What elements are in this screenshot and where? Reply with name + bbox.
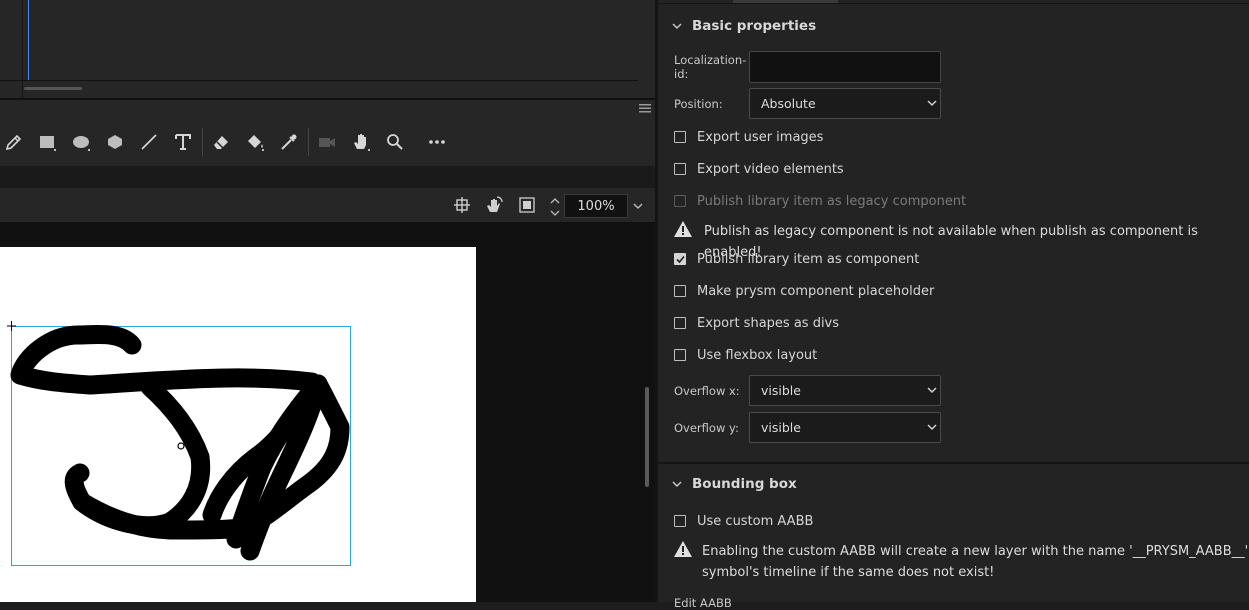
properties-panel: Basic properties Localization-id: Positi… bbox=[658, 0, 1249, 610]
export-user-images-checkbox[interactable]: Export user images bbox=[674, 127, 823, 147]
checkbox-box-checked[interactable] bbox=[674, 253, 686, 265]
oval-icon[interactable] bbox=[67, 128, 95, 156]
timeline-horizontal-scrollbar[interactable] bbox=[24, 87, 82, 90]
publish-legacy-checkbox: Publish library item as legacy component bbox=[674, 191, 966, 211]
eraser-icon[interactable] bbox=[207, 128, 235, 156]
checkbox-label: Publish library item as legacy component bbox=[697, 193, 967, 209]
rotate-hand-icon[interactable] bbox=[485, 196, 503, 214]
use-flexbox-checkbox[interactable]: Use flexbox layout bbox=[674, 345, 817, 365]
snap-center-icon[interactable] bbox=[453, 196, 471, 214]
checkbox-box bbox=[674, 195, 686, 207]
chevron-down-icon bbox=[672, 23, 682, 30]
export-video-elements-checkbox[interactable]: Export video elements bbox=[674, 159, 844, 179]
timeline-panel[interactable] bbox=[0, 0, 655, 98]
chevron-down-icon bbox=[672, 481, 682, 488]
selected-symbol[interactable] bbox=[0, 247, 476, 602]
panel-divider bbox=[658, 3, 1249, 4]
localization-input[interactable] bbox=[749, 51, 941, 83]
bounding-box-header[interactable]: Bounding box bbox=[658, 465, 1249, 505]
chevron-down-icon bbox=[633, 203, 643, 209]
edit-aabb-label: Edit AABB bbox=[674, 596, 732, 610]
check-icon bbox=[676, 255, 685, 264]
chevron-down-icon bbox=[927, 100, 937, 107]
checkbox-label: Make prysm component placeholder bbox=[697, 283, 935, 299]
timeline-divider bbox=[0, 80, 638, 81]
overflow-y-select[interactable]: visible bbox=[749, 412, 941, 443]
overflow-y-value: visible bbox=[761, 420, 801, 435]
checkbox-label: Publish library item as component bbox=[697, 251, 920, 267]
chevron-down-icon bbox=[927, 424, 937, 431]
position-value: Absolute bbox=[761, 96, 816, 111]
aabb-warning: Enabling the custom AABB will create a n… bbox=[674, 541, 1249, 583]
text-icon[interactable] bbox=[169, 128, 197, 156]
line-icon[interactable] bbox=[135, 128, 163, 156]
clip-content-icon[interactable] bbox=[518, 196, 536, 214]
pencil-icon[interactable] bbox=[0, 128, 28, 156]
checkbox-label: Export user images bbox=[697, 129, 824, 145]
zoom-input[interactable]: 100% bbox=[564, 194, 628, 218]
zoom-dropdown[interactable] bbox=[629, 194, 647, 218]
make-placeholder-checkbox[interactable]: Make prysm component placeholder bbox=[674, 281, 934, 301]
tools-toolbar bbox=[0, 100, 655, 166]
position-select[interactable]: Absolute bbox=[749, 88, 941, 119]
rectangle-icon[interactable] bbox=[33, 128, 61, 156]
warning-text-line2: symbol's timeline if the same does not e… bbox=[702, 565, 995, 580]
warning-icon bbox=[674, 541, 692, 557]
publish-component-checkbox[interactable]: Publish library item as component bbox=[674, 249, 919, 269]
hand-icon[interactable] bbox=[347, 128, 375, 156]
more-icon[interactable] bbox=[423, 128, 451, 156]
camera-icon bbox=[313, 128, 341, 156]
overflow-x-value: visible bbox=[761, 383, 801, 398]
export-shapes-divs-checkbox[interactable]: Export shapes as divs bbox=[674, 313, 839, 333]
checkbox-label: Export video elements bbox=[697, 161, 844, 177]
stage-vertical-scrollbar[interactable] bbox=[645, 387, 649, 487]
toolbar-separator bbox=[202, 128, 203, 156]
checkbox-box[interactable] bbox=[674, 131, 686, 143]
eyedropper-icon[interactable] bbox=[275, 128, 303, 156]
overflow-y-label: Overflow y: bbox=[674, 421, 739, 435]
checkbox-box[interactable] bbox=[674, 163, 686, 175]
checkbox-box[interactable] bbox=[674, 317, 686, 329]
checkbox-label: Use flexbox layout bbox=[697, 347, 818, 363]
zoom-stepper[interactable] bbox=[547, 196, 563, 218]
paint-bucket-icon[interactable] bbox=[241, 128, 269, 156]
section-divider bbox=[658, 462, 1249, 464]
panel-menu-icon[interactable] bbox=[639, 103, 651, 113]
basic-properties-header[interactable]: Basic properties bbox=[658, 7, 1249, 47]
checkbox-box[interactable] bbox=[674, 349, 686, 361]
registration-cross-icon bbox=[7, 321, 16, 331]
checkbox-box[interactable] bbox=[674, 515, 686, 527]
toolbar-gap bbox=[0, 166, 655, 188]
overflow-x-select[interactable]: visible bbox=[749, 375, 941, 406]
toolbar-separator bbox=[308, 128, 309, 156]
position-label: Position: bbox=[674, 97, 723, 111]
checkbox-box[interactable] bbox=[674, 285, 686, 297]
timeline-layer-divider bbox=[22, 0, 23, 98]
warning-icon bbox=[674, 221, 692, 237]
checkbox-label: Use custom AABB bbox=[697, 513, 814, 529]
zoom-icon[interactable] bbox=[381, 128, 409, 156]
overflow-x-label: Overflow x: bbox=[674, 384, 740, 398]
chevron-down-icon bbox=[927, 387, 937, 394]
checkbox-label: Export shapes as divs bbox=[697, 315, 840, 331]
localization-label: Localization-id: bbox=[674, 53, 747, 81]
transform-point bbox=[177, 442, 185, 450]
use-custom-aabb-checkbox[interactable]: Use custom AABB bbox=[674, 511, 813, 531]
timeline-playhead[interactable] bbox=[28, 0, 29, 80]
polygon-icon[interactable] bbox=[101, 128, 129, 156]
warning-text-line1: Enabling the custom AABB will create a n… bbox=[702, 544, 1249, 559]
section-title: Bounding box bbox=[692, 476, 797, 492]
section-title: Basic properties bbox=[692, 18, 817, 34]
